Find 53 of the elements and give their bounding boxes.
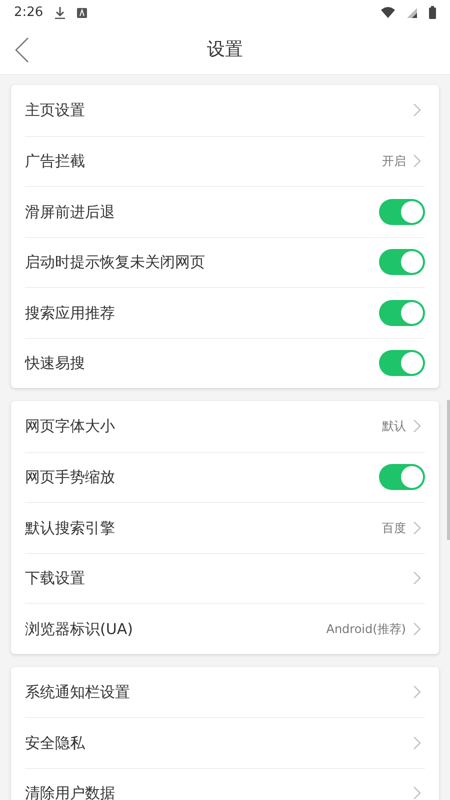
settings-row[interactable]: 滑屏前进后退 [25, 186, 425, 236]
row-label: 广告拦截 [25, 151, 86, 172]
row-value: 百度 [382, 520, 406, 537]
row-label: 滑屏前进后退 [25, 202, 116, 222]
toggle-switch[interactable] [379, 464, 425, 490]
row-value: 开启 [382, 153, 406, 170]
toggle-switch[interactable] [379, 249, 425, 276]
toggle-switch[interactable] [379, 350, 425, 376]
row-value: 默认 [382, 418, 406, 436]
row-label: 系统通知栏设置 [25, 682, 131, 702]
settings-row[interactable]: 搜索应用推荐 [25, 287, 425, 338]
settings-row[interactable]: 快速易搜 [25, 338, 425, 388]
row-label: 安全隐私 [25, 732, 86, 754]
battery-icon [429, 6, 436, 19]
row-label: 默认搜索引擎 [25, 518, 116, 538]
chevron-icon [413, 520, 421, 535]
chevron-icon [413, 684, 421, 699]
settings-row[interactable]: 浏览器标识(UA) Android(推荐) [25, 603, 425, 654]
settings-row[interactable]: 默认搜索引擎 百度 [25, 502, 425, 552]
chevron-icon [413, 736, 421, 750]
chevron-icon [413, 103, 421, 118]
settings-row[interactable]: 网页字体大小 默认 [25, 401, 425, 452]
status-time: 2:26 [14, 4, 44, 22]
page-title: 设置 [207, 38, 243, 62]
row-label: 清除用户数据 [25, 783, 116, 800]
row-label: 浏览器标识(UA) [25, 618, 134, 640]
settings-row[interactable]: 安全隐私 [25, 717, 425, 768]
keyboard-icon [77, 8, 88, 18]
toggle-switch[interactable] [379, 300, 425, 326]
settings-row[interactable]: 主页设置 [25, 85, 425, 136]
wifi-icon [381, 7, 395, 18]
settings-row[interactable]: 广告拦截 开启 [25, 136, 425, 186]
signal-icon [407, 8, 417, 18]
chevron-icon [413, 419, 421, 434]
row-label: 搜索应用推荐 [25, 302, 116, 324]
chevron-icon [413, 622, 421, 636]
chevron-icon [413, 154, 421, 168]
settings-row[interactable]: 启动时提示恢复未关闭网页 [25, 236, 425, 287]
chevron-icon [413, 786, 421, 800]
settings-row[interactable]: 系统通知栏设置 [25, 666, 425, 717]
row-label: 网页字体大小 [25, 416, 116, 437]
settings-row[interactable]: 下载设置 [25, 552, 425, 603]
row-label: 网页手势缩放 [25, 467, 116, 488]
toggle-switch[interactable] [379, 198, 425, 225]
row-value: Android(推荐) [326, 620, 406, 638]
chevron-icon [413, 571, 421, 586]
row-label: 下载设置 [25, 568, 86, 589]
row-label: 主页设置 [25, 100, 86, 121]
download-icon [55, 6, 66, 18]
settings-row[interactable]: 网页手势缩放 [25, 452, 425, 502]
row-label: 快速易搜 [25, 353, 86, 374]
row-label: 启动时提示恢复未关闭网页 [25, 252, 206, 273]
settings-row[interactable]: 清除用户数据 [25, 768, 425, 800]
